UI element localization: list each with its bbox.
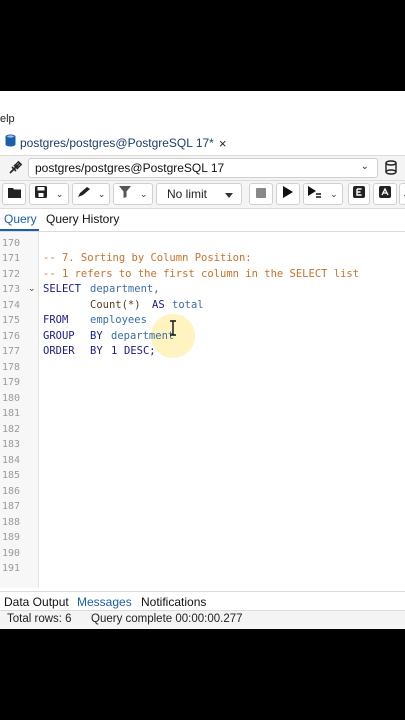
line-number: 189 [2,532,21,543]
line-number: 179 [2,377,21,388]
connection-bar: postgres/postgres@PostgreSQL 17 ⌄ [0,156,405,181]
save-icon [34,185,47,203]
line-number: 180 [2,393,21,404]
line-number: 186 [2,486,21,497]
line-number: 181 [2,408,21,419]
text-cursor-icon [169,320,177,341]
line-number: 173 [2,284,21,295]
chevron-down-icon[interactable]: ⌄ [330,189,338,200]
code-keyword: BY [90,345,103,357]
open-file-button[interactable] [2,183,26,205]
sql-editor[interactable]: 169 170 171 172 173 ⌄ 174 175 176 177 17… [0,232,405,588]
filter-button[interactable]: ⌄ [113,183,153,205]
code-keyword: DESC; [124,345,156,357]
fold-chevron-icon[interactable]: ⌄ [28,283,36,294]
line-number: 169 [2,232,22,233]
chevron-down-icon[interactable]: ⌄ [56,189,64,200]
code-function: Count(*) [90,299,141,311]
explain-icon [353,185,365,203]
row-limit-select[interactable]: No limit [156,183,242,205]
explain-analyze-button[interactable] [373,183,397,205]
line-number: 188 [2,517,21,528]
code-identifier: department [111,330,175,342]
save-file-button[interactable]: ⌄ [29,183,69,205]
database-icon[interactable] [385,160,397,180]
tab-query[interactable]: Query [4,212,37,226]
line-number: 185 [2,470,21,481]
explain-analyze-icon [379,185,391,203]
output-panel-tabs: Data Output Messages Notifications [0,591,405,612]
caret-down-icon [225,185,233,203]
line-number-gutter: 169 170 171 172 173 ⌄ 174 175 176 177 17… [0,232,39,588]
code-identifier: department, [90,283,160,295]
play-icon [283,185,293,203]
line-number: 174 [2,300,21,311]
connection-label: postgres/postgres@PostgreSQL 17 [35,161,225,175]
connection-plug-icon[interactable] [4,158,26,178]
close-icon[interactable]: × [219,136,227,151]
code-keyword: FROM [43,314,69,326]
menu-help[interactable]: elp [0,113,15,125]
status-bar: Total rows: 6 Query complete 00:00:00.27… [0,610,405,629]
query-tab[interactable]: postgres/postgres@PostgreSQL 17* × [0,131,226,155]
line-number: 191 [2,563,21,574]
explain-button[interactable] [348,183,370,205]
line-number: 183 [2,439,21,450]
line-number: 175 [2,315,21,326]
total-rows-status: Total rows: 6 [7,613,72,625]
code-keyword: BY [90,330,103,342]
chevron-down-icon: ⌄ [360,161,369,172]
query-toolbar: ⌄ ⌄ ⌄ No limit ⌄ [0,181,405,209]
line-number: 190 [2,548,21,559]
execute-button[interactable] [276,183,300,205]
line-number: 171 [2,253,21,264]
code-comment-line: -- 7. Sorting by Column Position: [43,252,252,264]
line-number: 178 [2,362,21,373]
code-identifier: employees [90,314,147,326]
connection-select[interactable]: postgres/postgres@PostgreSQL 17 ⌄ [28,158,378,178]
execute-options-button[interactable]: ⌄ [303,183,343,205]
active-tab-indicator [0,229,39,231]
menu-bar: elp [0,91,405,131]
code-keyword: ORDER [43,345,75,357]
query-complete-status: Query complete 00:00:00.277 [91,613,243,625]
line-number: 177 [2,346,21,357]
editor-panel-tabs: Query Query History [0,209,405,232]
stop-button[interactable] [249,183,273,205]
line-number: 176 [2,331,21,342]
edit-pen-icon [77,185,91,203]
code-keyword: GROUP [43,330,75,342]
chevron-down-icon[interactable]: ⌄ [140,189,148,200]
tab-query-history[interactable]: Query History [46,212,119,226]
tab-messages[interactable]: Messages [77,595,132,609]
more-options-button[interactable]: ⌄ [399,183,405,205]
tab-notifications[interactable]: Notifications [141,595,206,609]
stop-icon [256,185,266,203]
code-comment-line: -- 1 refers to the first column in the S… [43,268,360,280]
code-identifier: total [172,299,204,311]
line-number: 172 [2,269,21,280]
filter-icon [118,185,131,203]
code-keyword: SELECT [43,283,81,295]
database-icon [5,134,16,152]
line-number: 170 [2,238,21,249]
line-number: 184 [2,455,21,466]
code-keyword: AS [152,299,165,311]
folder-icon [7,185,21,203]
query-tab-bar: postgres/postgres@PostgreSQL 17* × [0,131,405,156]
pgadmin-query-tool: elp postgres/postgres@PostgreSQL 17* × p… [0,91,405,629]
line-number: 182 [2,424,21,435]
tab-data-output[interactable]: Data Output [4,595,69,609]
line-number: 187 [2,501,21,512]
play-list-icon [308,185,322,203]
code-number: 1 [111,345,118,357]
row-limit-label: No limit [167,187,208,201]
edit-button[interactable]: ⌄ [72,183,110,205]
chevron-down-icon[interactable]: ⌄ [98,189,106,200]
query-tab-label: postgres/postgres@PostgreSQL 17* [20,136,214,150]
